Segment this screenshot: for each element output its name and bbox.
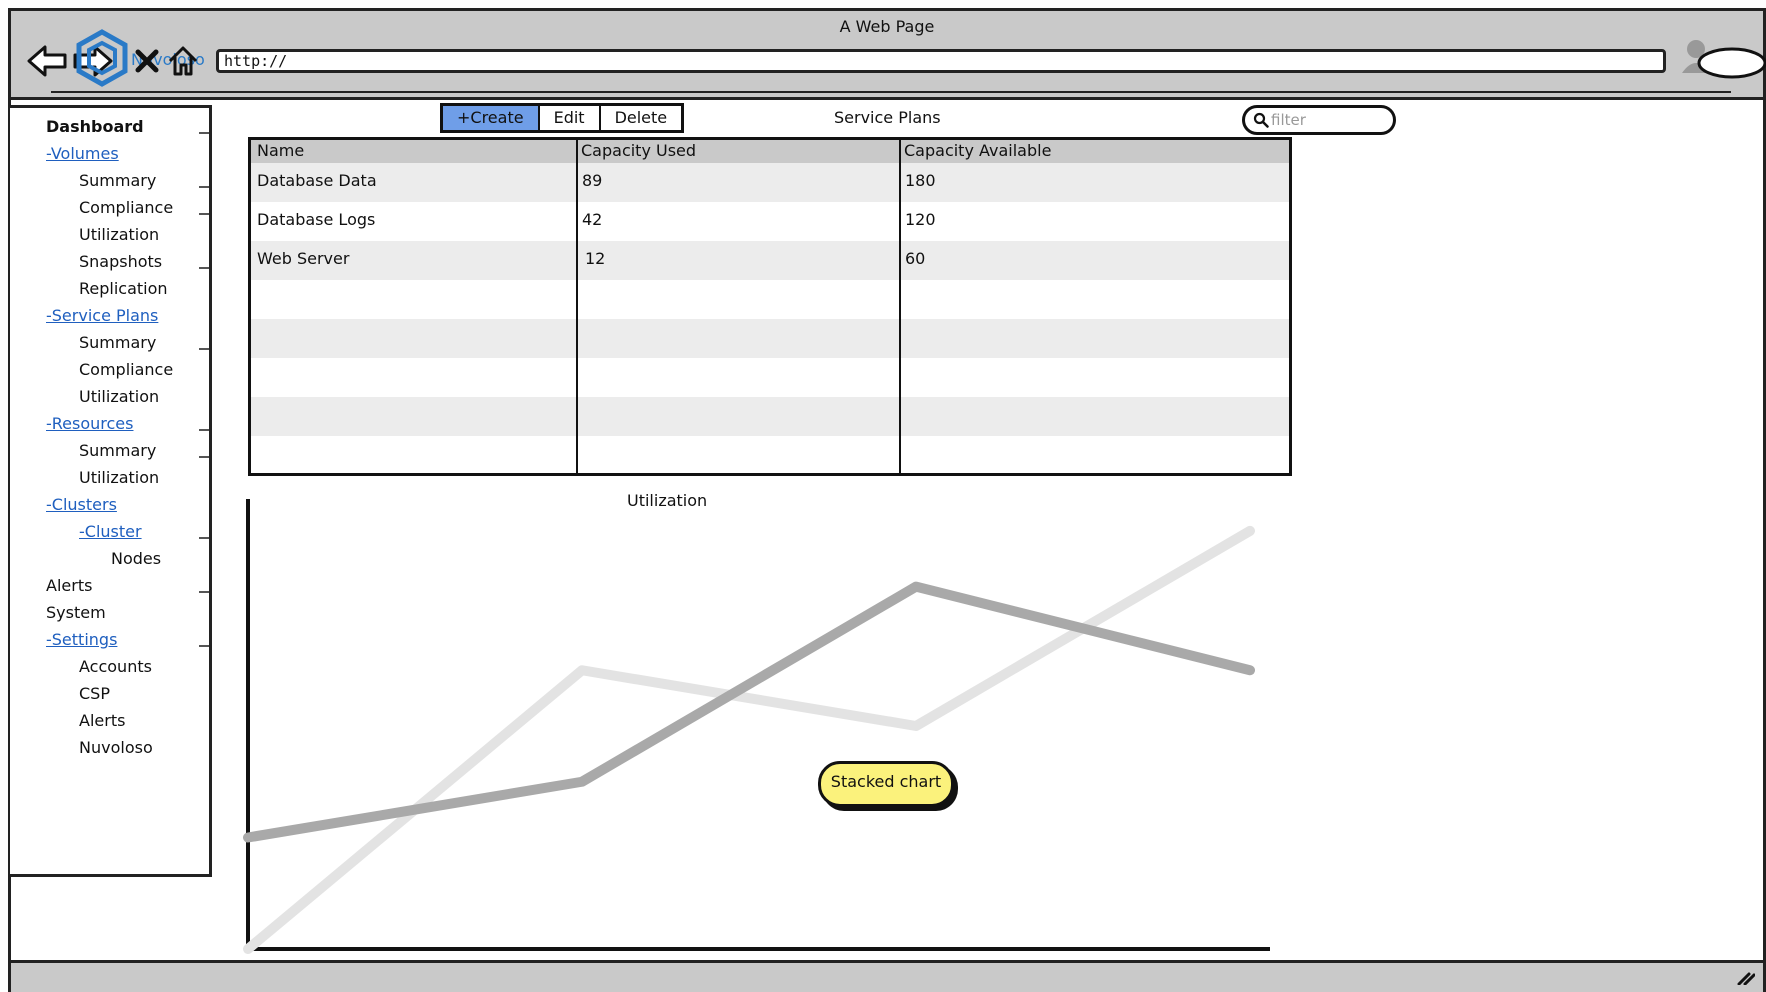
close-x-icon: [135, 49, 159, 73]
sidebar-item-volumes-replication[interactable]: Replication: [79, 279, 168, 298]
sidebar-item-dashboard[interactable]: Dashboard: [46, 117, 144, 136]
expand-tick-icon: [199, 645, 209, 647]
back-button[interactable]: [27, 41, 67, 81]
table-row[interactable]: Database Data 89 180: [251, 163, 1289, 202]
home-button[interactable]: [163, 41, 203, 81]
expand-tick-icon: [199, 456, 209, 458]
sidebar-nav: Dashboard -Volumes Summary Compliance Ut…: [8, 105, 212, 877]
home-icon: [168, 46, 198, 76]
sidebar-item-resources-summary[interactable]: Summary: [79, 441, 156, 460]
table-row-empty: [251, 397, 1289, 436]
window-title: A Web Page: [839, 17, 935, 36]
sidebar-item-cluster[interactable]: -Cluster: [79, 522, 142, 541]
delete-button[interactable]: Delete: [601, 106, 682, 130]
table-cell: 12: [585, 249, 606, 268]
expand-tick-icon: [199, 348, 209, 350]
filter-placeholder: filter: [1271, 111, 1306, 129]
expand-tick-icon: [199, 213, 209, 215]
search-icon: [1253, 112, 1269, 128]
sidebar-item-service-plans[interactable]: -Service Plans: [46, 306, 158, 325]
sidebar-item-settings-accounts[interactable]: Accounts: [79, 657, 152, 676]
back-arrow-icon: [27, 45, 67, 77]
expand-tick-icon: [199, 429, 209, 431]
column-divider: [576, 140, 578, 473]
user-avatar-icon[interactable]: [1676, 33, 1766, 93]
status-bar: [8, 960, 1766, 992]
sidebar-item-settings[interactable]: -Settings: [46, 630, 117, 649]
sidebar-item-volumes-snapshots[interactable]: Snapshots: [79, 252, 162, 271]
sidebar-item-volumes-utilization[interactable]: Utilization: [79, 225, 159, 244]
stacked-chart-note: Stacked chart: [818, 761, 954, 807]
action-toolbar: +Create Edit Delete: [440, 103, 685, 133]
sidebar-item-system[interactable]: System: [46, 603, 106, 622]
sidebar-item-service-plans-compliance[interactable]: Compliance: [79, 360, 173, 379]
browser-chrome: A Web Page Nuvoloso http://: [8, 8, 1766, 100]
table-header: Name Capacity Used Capacity Available: [251, 140, 1289, 163]
expand-tick-icon: [199, 267, 209, 269]
sidebar-item-settings-nuvoloso[interactable]: Nuvoloso: [79, 738, 153, 757]
expand-tick-icon: [199, 186, 209, 188]
column-divider: [899, 140, 901, 473]
table-cell: 60: [905, 249, 926, 268]
table-row-empty: [251, 280, 1289, 319]
create-button[interactable]: +Create: [443, 106, 540, 130]
sidebar-item-volumes-summary[interactable]: Summary: [79, 171, 156, 190]
sidebar-item-settings-csp[interactable]: CSP: [79, 684, 110, 703]
table-cell: 89: [582, 171, 603, 190]
column-header-capacity-used[interactable]: Capacity Used: [581, 141, 696, 160]
table-row-empty: [251, 436, 1289, 473]
sidebar-item-volumes[interactable]: -Volumes: [46, 144, 119, 163]
expand-tick-icon: [199, 132, 209, 134]
sidebar-item-nodes[interactable]: Nodes: [111, 549, 161, 568]
sidebar-item-volumes-compliance[interactable]: Compliance: [79, 198, 173, 217]
table-row-empty: [251, 319, 1289, 358]
sidebar-item-settings-alerts[interactable]: Alerts: [79, 711, 125, 730]
table-row-empty: [251, 358, 1289, 397]
sidebar-item-service-plans-summary[interactable]: Summary: [79, 333, 156, 352]
table-cell: Database Logs: [257, 210, 376, 229]
stop-button[interactable]: [127, 41, 167, 81]
chart-series-line-1: [243, 525, 1255, 954]
chrome-divider: [51, 91, 1731, 93]
table-row[interactable]: Database Logs 42 120: [251, 202, 1289, 241]
edit-button[interactable]: Edit: [540, 106, 601, 130]
table-cell: 180: [905, 171, 936, 190]
column-header-capacity-available[interactable]: Capacity Available: [904, 141, 1051, 160]
sidebar-item-service-plans-utilization[interactable]: Utilization: [79, 387, 159, 406]
table-row[interactable]: Web Server 12 60: [251, 241, 1289, 280]
table-cell: Web Server: [257, 249, 350, 268]
sidebar-item-resources[interactable]: -Resources: [46, 414, 133, 433]
expand-tick-icon: [199, 591, 209, 593]
filter-input[interactable]: filter: [1242, 105, 1396, 135]
nuvoloso-logo-icon: [76, 29, 128, 87]
resize-grip-icon[interactable]: [1737, 971, 1755, 985]
service-plans-table: Name Capacity Used Capacity Available Da…: [248, 137, 1292, 476]
sidebar-item-clusters[interactable]: -Clusters: [46, 495, 117, 514]
chart-axes: [246, 499, 1270, 951]
table-cell: 42: [582, 210, 603, 229]
url-input[interactable]: http://: [216, 49, 1666, 73]
column-header-name[interactable]: Name: [257, 141, 304, 160]
table-cell: Database Data: [257, 171, 377, 190]
table-cell: 120: [905, 210, 936, 229]
sidebar-item-resources-utilization[interactable]: Utilization: [79, 468, 159, 487]
utilization-chart: [243, 499, 1270, 954]
page-title: Service Plans: [834, 108, 941, 127]
expand-tick-icon: [199, 537, 209, 539]
sidebar-item-alerts[interactable]: Alerts: [46, 576, 92, 595]
